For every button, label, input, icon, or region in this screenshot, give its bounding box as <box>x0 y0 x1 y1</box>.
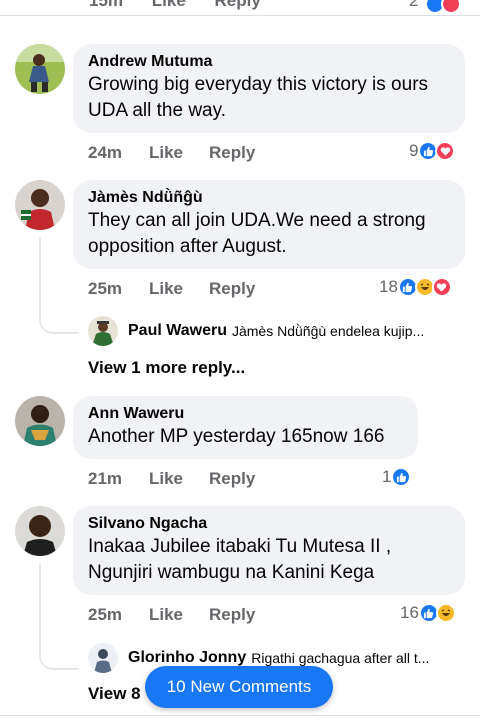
reaction-count[interactable]: 2 <box>409 0 418 11</box>
avatar[interactable] <box>15 506 65 556</box>
haha-icon <box>435 603 456 623</box>
reaction-summary[interactable]: 1 <box>382 467 412 487</box>
comment-text: Growing big everyday this victory is our… <box>88 74 429 95</box>
avatar[interactable] <box>15 180 65 230</box>
reaction-count: 18 <box>379 277 398 296</box>
comment-author[interactable]: Andrew Mutuma <box>88 52 450 72</box>
reaction-summary[interactable]: 9 <box>409 141 456 161</box>
reaction-count: 9 <box>409 141 419 160</box>
reply-action[interactable]: Reply <box>215 0 261 10</box>
reply-author[interactable]: Paul Waweru <box>128 322 227 340</box>
divider <box>0 715 480 716</box>
love-icon <box>435 141 456 161</box>
like-button[interactable]: Like <box>149 279 183 299</box>
comment-author[interactable]: Ann Waweru <box>88 404 403 424</box>
comment-bubble[interactable]: Silvano Ngacha Inakaa Jubilee itabaki Tu… <box>73 506 465 595</box>
like-button[interactable]: Like <box>149 143 183 163</box>
reply-button[interactable]: Reply <box>209 143 255 163</box>
reply-button[interactable]: Reply <box>209 279 255 299</box>
reaction-summary[interactable]: 16 <box>400 603 456 623</box>
thread-connector <box>39 314 79 334</box>
avatar[interactable] <box>15 44 65 94</box>
comment-time: 25m <box>88 279 123 298</box>
comment-time: 21m <box>88 469 123 488</box>
reaction-summary[interactable]: 18 <box>379 277 452 297</box>
comment-time: 15m <box>89 0 124 10</box>
comment-text: Inakaa Jubilee itabaki Tu Mutesa II , <box>88 536 392 557</box>
like-icon <box>391 467 412 487</box>
comment-text: opposition after August. <box>88 236 287 257</box>
avatar[interactable] <box>15 396 65 446</box>
comment-text: UDA all the way. <box>88 100 226 121</box>
avatar[interactable] <box>88 316 118 346</box>
reply-author[interactable]: Glorinho Jonny <box>128 649 246 667</box>
love-icon <box>431 277 452 297</box>
reply-snippet: Jàmès Ndǜñĝù endelea kujip... <box>231 323 425 339</box>
comment-bubble[interactable]: Jàmès Ndǜñĝù They can all join UDA.We ne… <box>73 180 465 269</box>
previous-comment-actions: 15m Like Reply 2 <box>0 0 480 16</box>
comment-author[interactable]: Jàmès Ndǜñĝù <box>88 188 450 208</box>
new-comments-button[interactable]: 10 New Comments <box>145 666 333 708</box>
like-action[interactable]: Like <box>152 0 186 10</box>
view-more-replies[interactable]: View 8 <box>88 684 141 704</box>
view-more-replies[interactable]: View 1 more reply... <box>88 358 245 378</box>
reply-preview[interactable]: Paul Waweru Jàmès Ndǜñĝù endelea kujip..… <box>88 316 424 346</box>
reply-button[interactable]: Reply <box>209 605 255 625</box>
avatar[interactable] <box>88 643 118 673</box>
comment-time: 25m <box>88 605 123 624</box>
thread-connector <box>39 650 79 670</box>
comment-time: 24m <box>88 143 123 162</box>
comment-text: Another MP yesterday 165now 166 <box>88 426 385 447</box>
thread-line <box>39 563 41 655</box>
reaction-icons[interactable] <box>425 0 465 15</box>
comment-author[interactable]: Silvano Ngacha <box>88 514 450 534</box>
comment-text: They can all join UDA.We need a strong <box>88 210 426 231</box>
comment-text: Ngunjiri wambugu na Kanini Kega <box>88 562 375 583</box>
like-button[interactable]: Like <box>149 605 183 625</box>
like-button[interactable]: Like <box>149 469 183 489</box>
reaction-count: 16 <box>400 603 419 622</box>
comment-bubble[interactable]: Ann Waweru Another MP yesterday 165now 1… <box>73 396 418 459</box>
reply-snippet: Rigathi gachagua after all t... <box>251 650 430 666</box>
comment-bubble[interactable]: Andrew Mutuma Growing big everyday this … <box>73 44 465 133</box>
thread-line <box>39 237 41 319</box>
reply-button[interactable]: Reply <box>209 469 255 489</box>
reaction-count: 1 <box>382 467 392 486</box>
